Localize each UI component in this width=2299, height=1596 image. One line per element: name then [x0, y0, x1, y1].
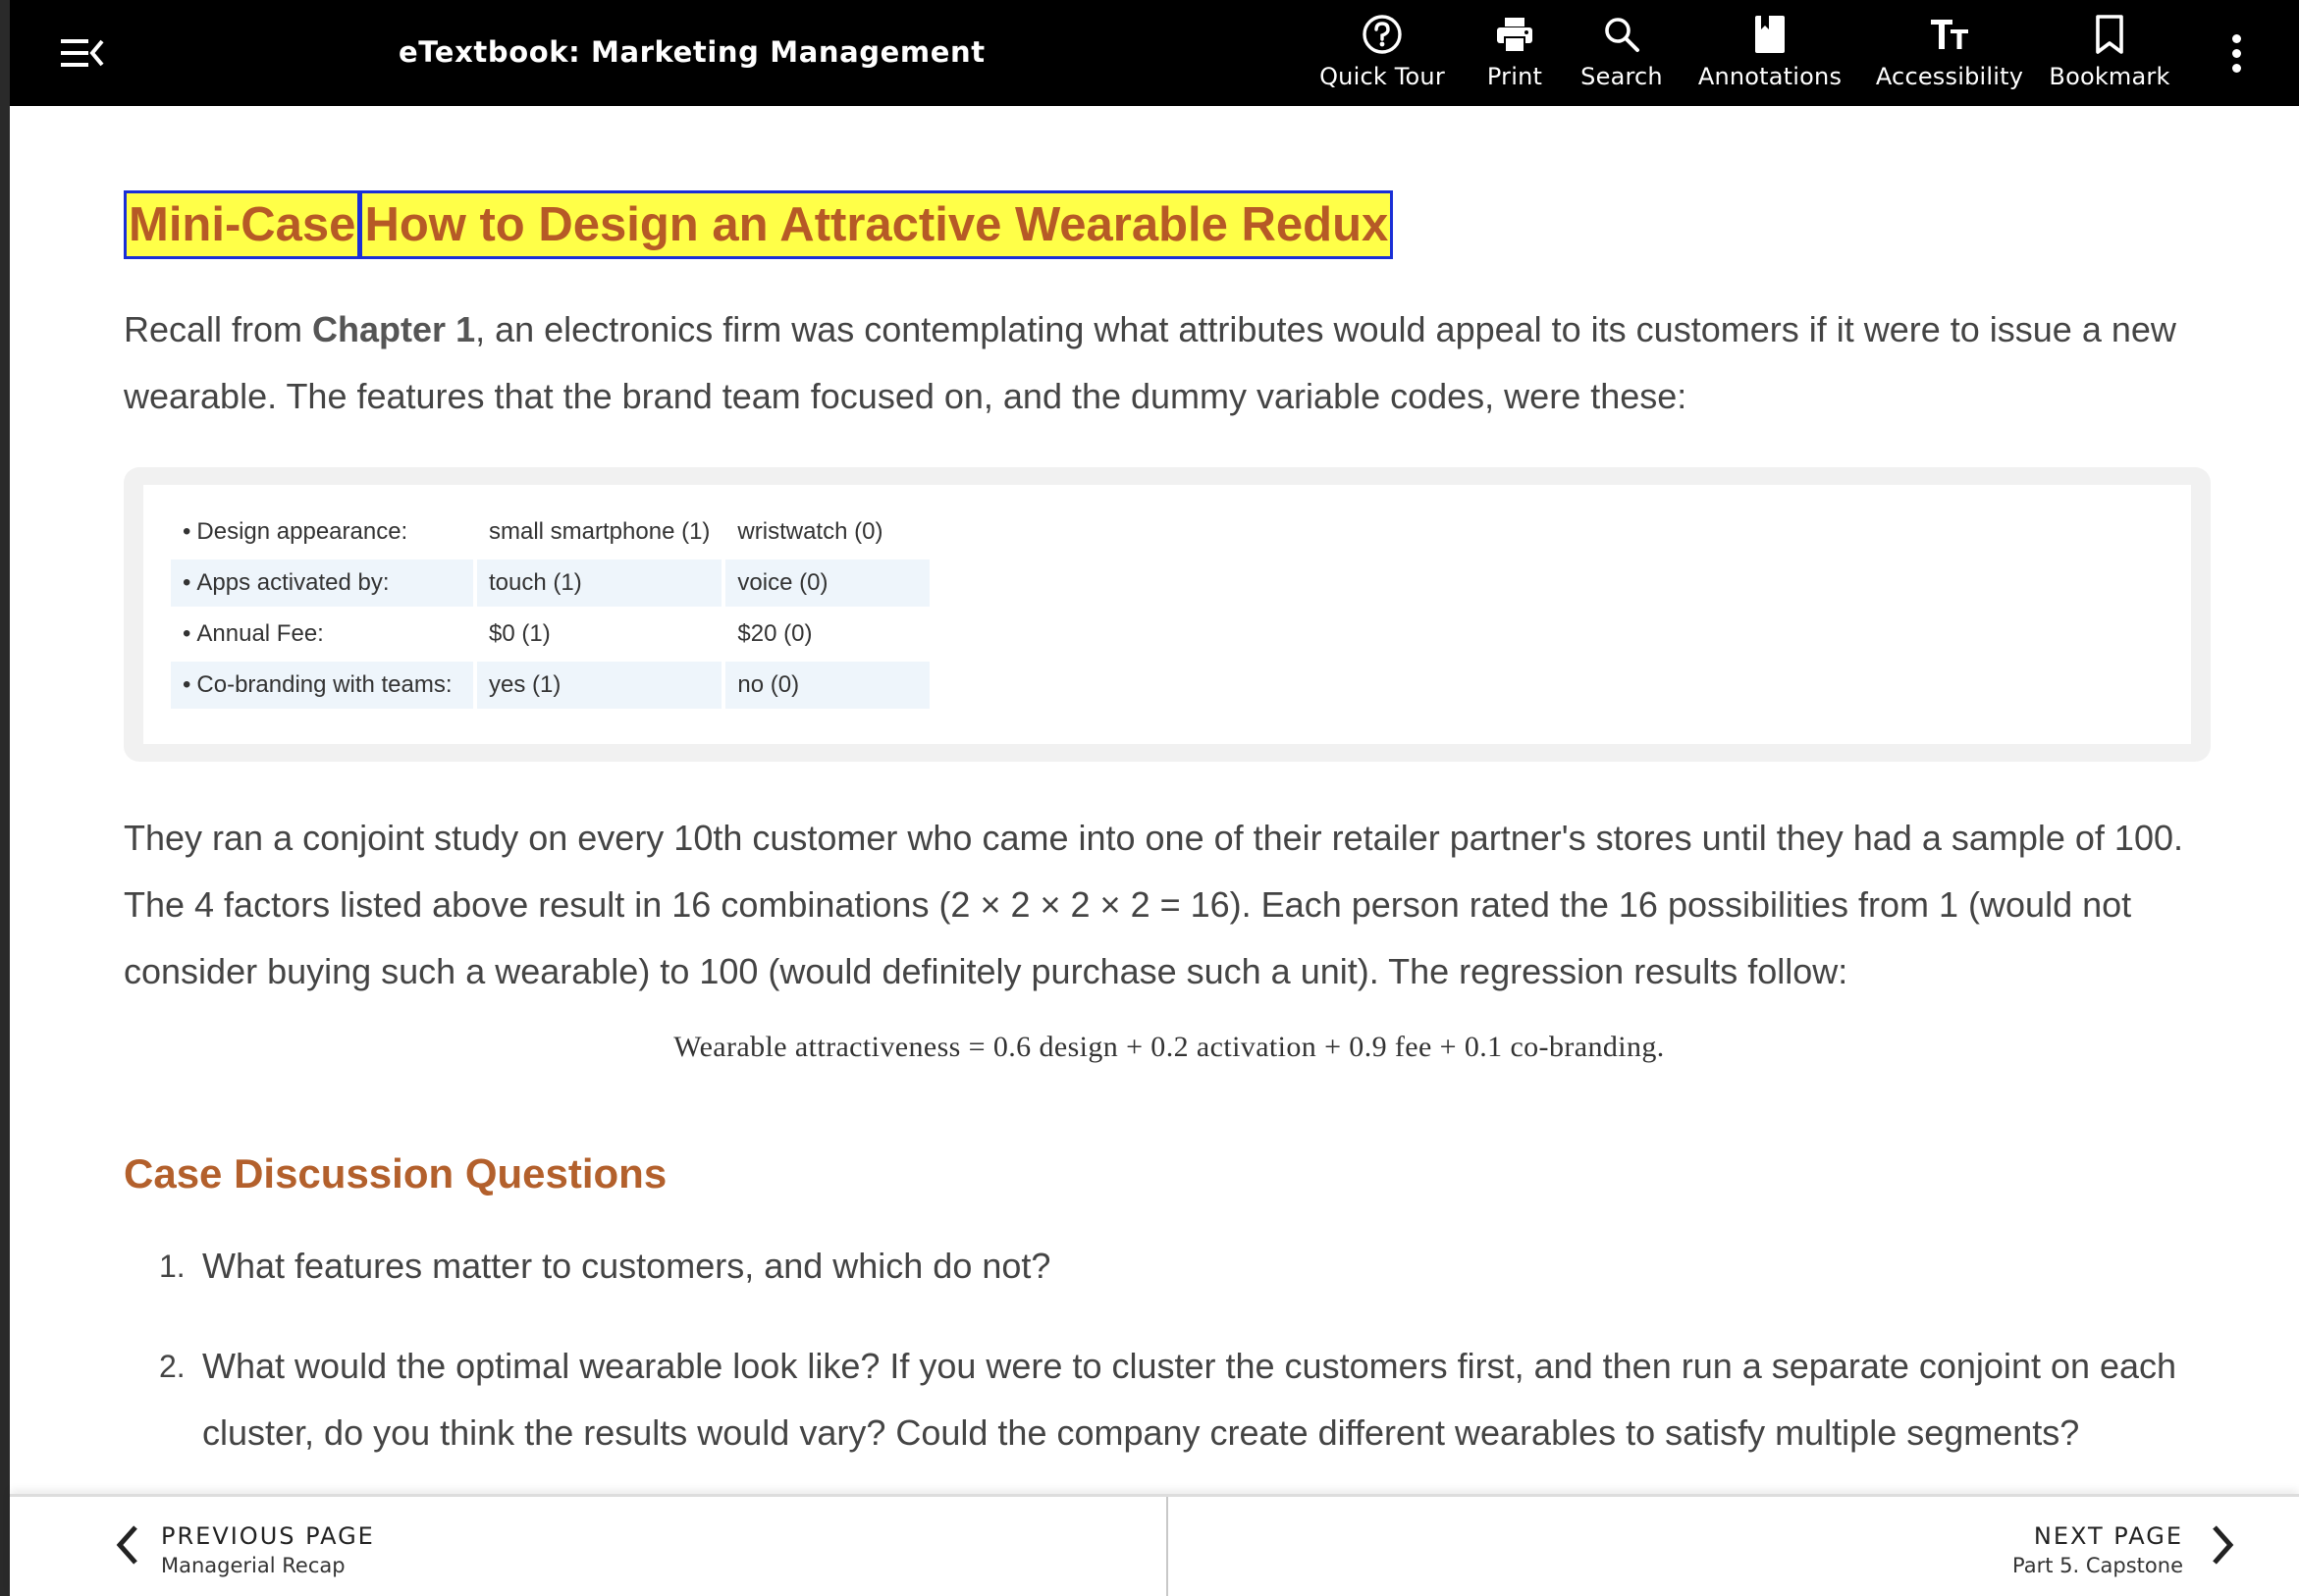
intro-text-start: Recall from — [124, 309, 313, 349]
book-title: eTextbook: Marketing Management — [399, 35, 986, 69]
feature-name: Apps activated by: — [196, 569, 390, 596]
next-page-button[interactable]: NEXT PAGE Part 5. Capstone — [1168, 1497, 2299, 1596]
feature-row: • Co-branding with teams: yes (1) no (0) — [171, 662, 931, 709]
annotations-label: Annotations — [1697, 63, 1843, 90]
chapter-link[interactable]: Chapter 1 — [312, 309, 475, 349]
printer-icon — [1497, 18, 1532, 53]
accessibility-label: Accessibility — [1875, 63, 2024, 90]
quick-tour-label: Quick Tour — [1319, 63, 1445, 90]
more-dot-icon — [2231, 49, 2241, 58]
question-item: 1. What features matter to customers, an… — [124, 1233, 2215, 1300]
feature-row: • Apps activated by: touch (1) voice (0) — [171, 559, 931, 607]
features-table-panel: • Design appearance: small smartphone (1) w… — [124, 467, 2211, 762]
question-item: 2. What would the optimal wearable look … — [124, 1333, 2215, 1466]
feature-option-0: voice (0) — [737, 569, 829, 596]
search-icon — [1605, 18, 1639, 52]
table-cell: touch (1) — [477, 559, 722, 607]
feature-option-1: $0 (1) — [489, 620, 551, 647]
feature-option-0: no (0) — [737, 671, 800, 698]
annotation-icon — [1755, 16, 1785, 53]
more-dot-icon — [2231, 34, 2241, 43]
help-circle-icon — [1363, 15, 1402, 54]
bookmark-icon — [2096, 15, 2123, 54]
table-cell: wristwatch (0) — [725, 508, 930, 556]
next-page-label: NEXT PAGE — [2033, 1522, 2183, 1550]
table-cell: • Co-branding with teams: — [171, 662, 473, 709]
previous-page-button[interactable]: PREVIOUS PAGE Managerial Recap — [10, 1497, 1166, 1596]
more-options-button[interactable] — [2221, 29, 2251, 77]
bullet-icon: • — [183, 671, 191, 698]
feature-option-1: small smartphone (1) — [489, 518, 711, 545]
feature-name: Co-branding with teams: — [196, 671, 453, 698]
table-cell: $20 (0) — [725, 611, 930, 658]
question-text: What would the optimal wearable look lik… — [202, 1346, 2177, 1453]
bookmark-button[interactable]: Bookmark — [2046, 14, 2173, 96]
table-cell: $0 (1) — [477, 611, 722, 658]
case-title-text[interactable]: How to Design an Attractive Wearable Red… — [359, 190, 1394, 259]
menu-collapse-icon — [61, 39, 104, 67]
feature-row: • Annual Fee: $0 (1) $20 (0) — [171, 611, 930, 658]
regression-equation: Wearable attractiveness = 0.6 design + 0… — [673, 1031, 1665, 1063]
text-size-icon — [1931, 20, 1968, 49]
discussion-heading: Case Discussion Questions — [124, 1150, 668, 1197]
quick-tour-button[interactable]: Quick Tour — [1308, 14, 1457, 96]
bookmark-label: Bookmark — [2049, 63, 2170, 90]
discussion-questions: 1. What features matter to customers, an… — [124, 1233, 2215, 1494]
feature-name: Design appearance: — [196, 518, 408, 545]
toc-menu-button[interactable] — [59, 33, 108, 73]
feature-name: Annual Fee: — [196, 620, 324, 647]
table-cell: • Design appearance: — [171, 508, 473, 556]
table-cell: no (0) — [725, 662, 931, 709]
print-button[interactable]: Print — [1472, 14, 1557, 96]
previous-page-title: Managerial Recap — [161, 1554, 346, 1577]
top-toolbar: eTextbook: Marketing Management Quick To… — [10, 0, 2299, 106]
feature-option-0: $20 (0) — [737, 620, 813, 647]
table-cell: yes (1) — [477, 662, 722, 709]
accessibility-button[interactable]: Accessibility — [1871, 14, 2028, 96]
bullet-icon: • — [183, 569, 191, 596]
page-navigation-bar: PREVIOUS PAGE Managerial Recap NEXT PAGE… — [10, 1494, 2299, 1596]
intro-paragraph: Recall from Chapter 1, an electronics fi… — [124, 296, 2215, 430]
question-number: 2. — [159, 1349, 186, 1384]
table-cell: small smartphone (1) — [477, 508, 722, 556]
question-text: What features matter to customers, and w… — [202, 1246, 1051, 1286]
table-cell: • Annual Fee: — [171, 611, 473, 658]
search-label: Search — [1580, 63, 1663, 90]
table-cell: • Apps activated by: — [171, 559, 473, 607]
feature-option-0: wristwatch (0) — [737, 518, 883, 545]
chevron-left-icon — [116, 1525, 137, 1565]
features-table: • Design appearance: small smartphone (1) w… — [167, 505, 934, 713]
feature-option-1: yes (1) — [489, 671, 561, 698]
question-number: 1. — [159, 1249, 186, 1284]
next-page-title: Part 5. Capstone — [2012, 1554, 2183, 1577]
bullet-icon: • — [183, 620, 191, 647]
case-title: Mini-Case How to Design an Attractive We… — [124, 190, 1394, 259]
annotations-button[interactable]: Annotations — [1686, 14, 1853, 96]
chevron-right-icon — [2213, 1525, 2234, 1565]
study-paragraph: They ran a conjoint study on every 10th … — [124, 818, 2184, 991]
table-cell: voice (0) — [725, 559, 931, 607]
print-label: Print — [1486, 63, 1543, 90]
reader-content: Mini-Case How to Design an Attractive We… — [124, 106, 2215, 1494]
previous-page-label: PREVIOUS PAGE — [161, 1522, 375, 1550]
search-button[interactable]: Search — [1573, 14, 1671, 96]
feature-row: • Design appearance: small smartphone (1) w… — [171, 508, 930, 556]
features-table-container: • Design appearance: small smartphone (1) w… — [143, 485, 2191, 744]
feature-option-1: touch (1) — [489, 569, 582, 596]
case-label[interactable]: Mini-Case — [124, 190, 361, 259]
left-edge-rail — [0, 0, 10, 1596]
more-dot-icon — [2231, 64, 2241, 73]
bullet-icon: • — [183, 518, 191, 545]
